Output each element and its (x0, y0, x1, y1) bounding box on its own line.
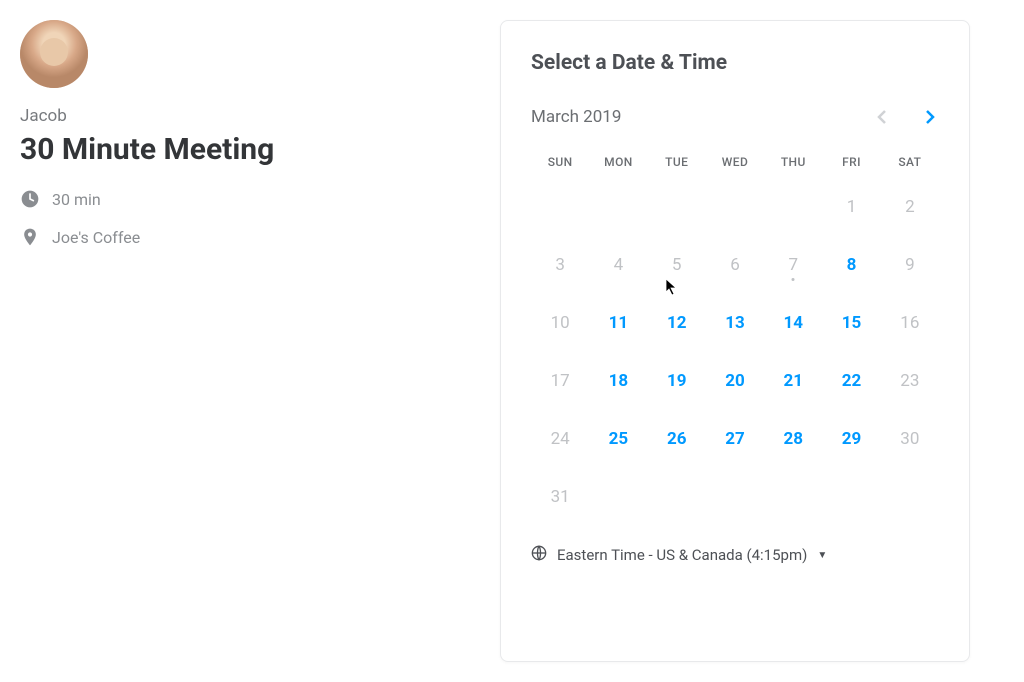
weekday-label: THU (764, 155, 822, 169)
day-empty (764, 183, 822, 231)
location-row: Joe's Coffee (20, 227, 480, 247)
day-11[interactable]: 11 (589, 299, 647, 347)
globe-icon (531, 545, 547, 565)
day-15[interactable]: 15 (822, 299, 880, 347)
clock-icon (20, 189, 40, 209)
location-text: Joe's Coffee (52, 228, 140, 247)
next-month-button[interactable] (921, 105, 939, 129)
calendar-card: Select a Date & Time March 2019 SUNMONTU… (500, 20, 970, 662)
avatar (20, 20, 88, 88)
day-1: 1 (822, 183, 880, 231)
day-16: 16 (881, 299, 939, 347)
weekday-label: FRI (822, 155, 880, 169)
weekday-label: SAT (881, 155, 939, 169)
weekday-label: TUE (648, 155, 706, 169)
duration-row: 30 min (20, 189, 480, 209)
day-7: 7 (764, 241, 822, 289)
day-21[interactable]: 21 (764, 357, 822, 405)
day-23: 23 (881, 357, 939, 405)
day-30: 30 (881, 415, 939, 463)
day-24: 24 (531, 415, 589, 463)
day-17: 17 (531, 357, 589, 405)
timezone-label: Eastern Time - US & Canada (4:15pm) (557, 546, 807, 564)
day-29[interactable]: 29 (822, 415, 880, 463)
day-empty (648, 183, 706, 231)
meeting-info-panel: Jacob 30 Minute Meeting 30 min Joe's Cof… (20, 20, 500, 662)
day-31: 31 (531, 473, 589, 521)
host-name: Jacob (20, 106, 480, 126)
month-label: March 2019 (531, 107, 621, 127)
weekday-label: MON (589, 155, 647, 169)
day-19[interactable]: 19 (648, 357, 706, 405)
day-5: 5 (648, 241, 706, 289)
day-4: 4 (589, 241, 647, 289)
day-12[interactable]: 12 (648, 299, 706, 347)
day-22[interactable]: 22 (822, 357, 880, 405)
day-20[interactable]: 20 (706, 357, 764, 405)
location-pin-icon (20, 227, 40, 247)
chevron-down-icon: ▼ (817, 550, 827, 561)
weekday-header: SUNMONTUEWEDTHUFRISAT (531, 155, 939, 169)
weekday-label: WED (706, 155, 764, 169)
day-27[interactable]: 27 (706, 415, 764, 463)
prev-month-button (873, 105, 891, 129)
day-3: 3 (531, 241, 589, 289)
select-date-heading: Select a Date & Time (531, 51, 939, 75)
day-empty (589, 183, 647, 231)
timezone-selector[interactable]: Eastern Time - US & Canada (4:15pm) ▼ (531, 545, 939, 565)
day-10: 10 (531, 299, 589, 347)
month-navigation: March 2019 (531, 105, 939, 129)
day-18[interactable]: 18 (589, 357, 647, 405)
duration-text: 30 min (52, 190, 101, 209)
day-2: 2 (881, 183, 939, 231)
meeting-title: 30 Minute Meeting (20, 132, 480, 167)
day-14[interactable]: 14 (764, 299, 822, 347)
day-25[interactable]: 25 (589, 415, 647, 463)
day-13[interactable]: 13 (706, 299, 764, 347)
day-empty (706, 183, 764, 231)
day-9: 9 (881, 241, 939, 289)
day-6: 6 (706, 241, 764, 289)
day-empty (531, 183, 589, 231)
calendar-panel: Select a Date & Time March 2019 SUNMONTU… (500, 20, 1014, 662)
days-grid: 1234567891011121314151617181920212223242… (531, 183, 939, 521)
day-26[interactable]: 26 (648, 415, 706, 463)
day-8[interactable]: 8 (822, 241, 880, 289)
day-28[interactable]: 28 (764, 415, 822, 463)
weekday-label: SUN (531, 155, 589, 169)
